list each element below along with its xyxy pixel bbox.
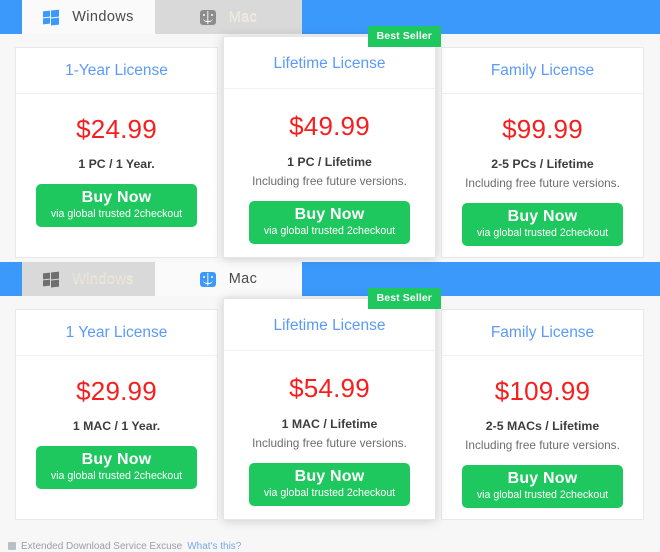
buy-now-label: Buy Now <box>294 468 365 485</box>
tab-windows[interactable]: Windows <box>22 0 155 34</box>
tab-mac[interactable]: Mac <box>155 262 302 296</box>
card-subnote: Including free future versions. <box>252 174 407 188</box>
card-subnote: Including free future versions. <box>252 436 407 450</box>
card-terms: 2-5 PCs / Lifetime <box>491 157 594 171</box>
buy-now-sublabel: via global trusted 2checkout <box>50 208 183 221</box>
pricing-card-one-year-license[interactable]: 1-Year License $24.99 1 PC / 1 Year. Buy… <box>15 47 218 258</box>
pricing-cards-windows: 1-Year License $24.99 1 PC / 1 Year. Buy… <box>0 26 660 258</box>
card-body: $54.99 1 MAC / Lifetime Including free f… <box>224 351 435 524</box>
card-body: $99.99 2-5 PCs / Lifetime Including free… <box>442 94 643 264</box>
buy-now-label: Buy Now <box>294 206 365 223</box>
pricing-card-one-year-license[interactable]: 1 Year License $29.99 1 MAC / 1 Year. Bu… <box>15 309 218 520</box>
card-title: 1-Year License <box>16 48 217 94</box>
buy-now-button[interactable]: Buy Now via global trusted 2checkout <box>461 465 624 508</box>
card-price: $99.99 <box>502 114 583 144</box>
buy-now-button[interactable]: Buy Now via global trusted 2checkout <box>461 203 624 246</box>
card-terms: 1 PC / 1 Year. <box>78 157 155 171</box>
tab-label: Mac <box>228 271 258 287</box>
card-price: $49.99 <box>289 111 370 141</box>
buy-now-button[interactable]: Buy Now via global trusted 2checkout <box>248 201 411 244</box>
pricing-page: Windows Mac 1-Year License $24.99 1 PC /… <box>0 0 660 552</box>
platform-tabbar-mac-section: Windows Mac <box>0 262 660 296</box>
card-title: Family License <box>442 48 643 94</box>
card-subnote: Including free future versions. <box>465 176 620 190</box>
card-title: Family License <box>442 310 643 356</box>
windows-icon <box>43 271 60 288</box>
buy-now-sublabel: via global trusted 2checkout <box>476 489 609 502</box>
buy-now-sublabel: via global trusted 2checkout <box>476 227 609 240</box>
card-column: Family License $109.99 2-5 MACs / Lifeti… <box>436 309 649 520</box>
card-price: $109.99 <box>494 376 591 406</box>
windows-icon <box>43 9 60 26</box>
card-price: $54.99 <box>289 373 370 403</box>
card-column: Best Seller Lifetime License $49.99 1 PC… <box>223 26 441 258</box>
card-terms: 2-5 MACs / Lifetime <box>485 419 600 433</box>
pricing-cards-mac: 1 Year License $29.99 1 MAC / 1 Year. Bu… <box>0 288 660 520</box>
footer-link[interactable]: What's this? <box>187 541 241 552</box>
card-column: Family License $99.99 2-5 PCs / Lifetime… <box>436 47 649 258</box>
footer-text: Extended Download Service Excuse <box>21 540 183 552</box>
pricing-card-family-license[interactable]: Family License $99.99 2-5 PCs / Lifetime… <box>441 47 644 258</box>
card-title: 1 Year License <box>16 310 217 356</box>
pricing-card-lifetime-license[interactable]: Best Seller Lifetime License $49.99 1 PC… <box>223 26 441 258</box>
card-body: $49.99 1 PC / Lifetime Including free fu… <box>224 89 435 262</box>
tab-label: Windows <box>72 9 134 25</box>
buy-now-button[interactable]: Buy Now via global trusted 2checkout <box>248 463 411 506</box>
card-price: $24.99 <box>76 114 157 144</box>
download-icon <box>8 542 16 550</box>
card-column: Best Seller Lifetime License $54.99 1 MA… <box>223 288 441 520</box>
buy-now-label: Buy Now <box>81 189 152 206</box>
buy-now-button[interactable]: Buy Now via global trusted 2checkout <box>35 446 198 489</box>
apple-finder-icon <box>199 9 216 25</box>
platform-tabbar-windows-section: Windows Mac <box>0 0 660 34</box>
buy-now-label: Buy Now <box>507 470 578 487</box>
buy-now-label: Buy Now <box>507 208 578 225</box>
best-seller-badge: Best Seller <box>367 26 441 47</box>
footer-note: Extended Download Service Excuse What's … <box>0 540 660 552</box>
card-column: 1 Year License $29.99 1 MAC / 1 Year. Bu… <box>10 309 223 520</box>
apple-finder-icon <box>199 271 216 287</box>
card-body: $29.99 1 MAC / 1 Year. Buy Now via globa… <box>16 356 217 507</box>
card-column: 1-Year License $24.99 1 PC / 1 Year. Buy… <box>10 47 223 258</box>
best-seller-badge: Best Seller <box>367 288 441 309</box>
card-terms: 1 PC / Lifetime <box>287 155 372 169</box>
buy-now-button[interactable]: Buy Now via global trusted 2checkout <box>35 184 198 227</box>
card-price: $29.99 <box>76 376 157 406</box>
buy-now-sublabel: via global trusted 2checkout <box>263 225 396 238</box>
buy-now-sublabel: via global trusted 2checkout <box>263 487 396 500</box>
card-subnote: Including free future versions. <box>465 438 620 452</box>
tab-label: Mac <box>228 9 258 25</box>
card-body: $24.99 1 PC / 1 Year. Buy Now via global… <box>16 94 217 245</box>
card-body: $109.99 2-5 MACs / Lifetime Including fr… <box>442 356 643 526</box>
card-terms: 1 MAC / 1 Year. <box>72 419 161 433</box>
buy-now-sublabel: via global trusted 2checkout <box>50 470 183 483</box>
card-terms: 1 MAC / Lifetime <box>281 417 378 431</box>
pricing-card-family-license[interactable]: Family License $109.99 2-5 MACs / Lifeti… <box>441 309 644 520</box>
tab-mac[interactable]: Mac <box>155 0 302 34</box>
tab-label: Windows <box>72 271 134 287</box>
pricing-card-lifetime-license[interactable]: Best Seller Lifetime License $54.99 1 MA… <box>223 288 441 520</box>
buy-now-label: Buy Now <box>81 451 152 468</box>
tab-windows[interactable]: Windows <box>22 262 155 296</box>
